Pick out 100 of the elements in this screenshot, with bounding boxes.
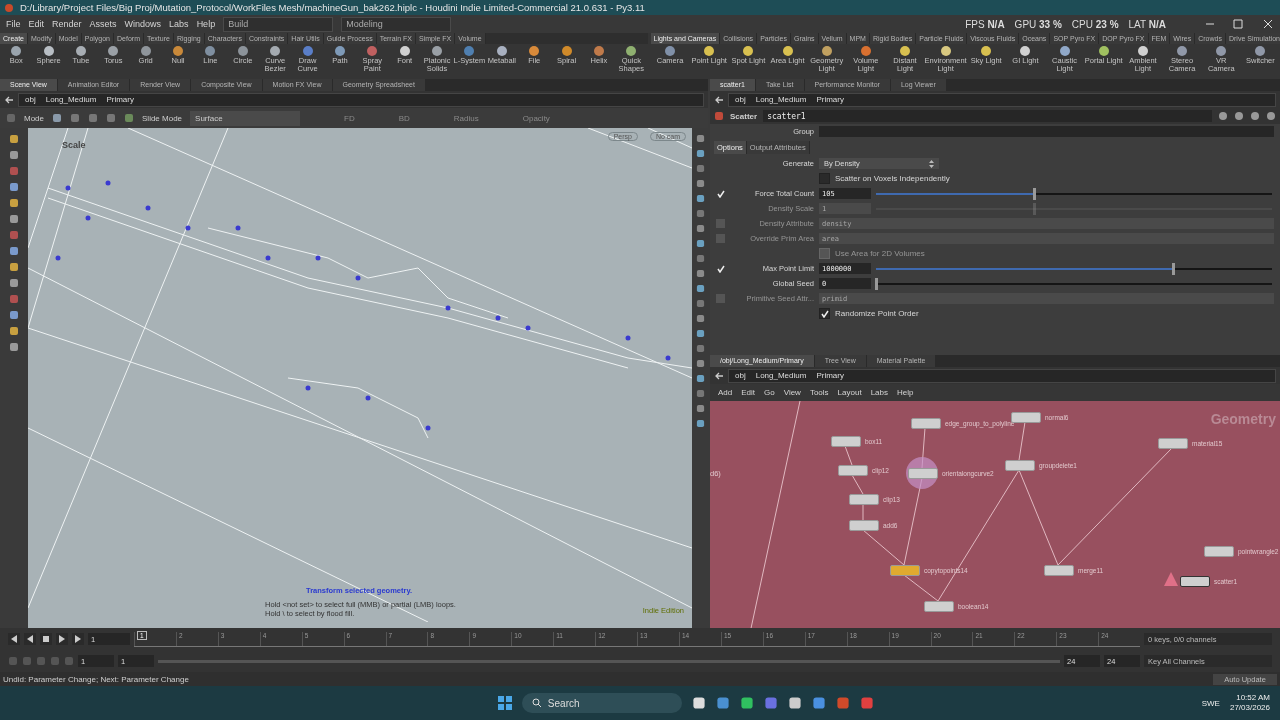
node[interactable]	[908, 468, 938, 479]
windows-icon[interactable]	[497, 696, 512, 710]
path-crumb[interactable]: obj	[735, 95, 746, 104]
tool-icon[interactable]	[11, 46, 22, 56]
tool-icon[interactable]	[334, 46, 345, 56]
checkbox[interactable]	[819, 308, 830, 319]
tool-icon[interactable]	[626, 46, 637, 56]
node[interactable]	[849, 520, 879, 531]
back-icon[interactable]	[4, 94, 14, 105]
path-crumb[interactable]: Primary	[816, 371, 844, 380]
path-field[interactable]: obj Long_Medium Primary	[728, 92, 1276, 107]
tool-icon[interactable]	[561, 46, 572, 56]
node[interactable]	[911, 418, 941, 429]
tool-icon[interactable]	[205, 46, 216, 56]
search-field[interactable]: Search	[521, 693, 682, 713]
menu-item[interactable]: Add	[718, 388, 733, 397]
tool-icon[interactable]	[1177, 46, 1188, 56]
clock[interactable]: 10:52 AM 27/03/2026	[1229, 693, 1270, 713]
tool-icon[interactable]	[529, 46, 540, 56]
playback-button[interactable]	[72, 633, 84, 645]
playback-button[interactable]	[40, 633, 52, 645]
window-controls-icon[interactable]	[1204, 19, 1274, 29]
menu-item[interactable]: Labs	[169, 19, 189, 29]
node[interactable]	[838, 465, 868, 476]
tool-icon[interactable]	[1059, 46, 1070, 56]
path-crumb[interactable]: Long_Medium	[45, 95, 97, 104]
menu-item[interactable]: Layout	[837, 388, 862, 397]
path-crumb[interactable]: Long_Medium	[755, 95, 807, 104]
tool-icon[interactable]	[108, 46, 119, 56]
language-indicator[interactable]: SWE	[1201, 698, 1220, 708]
path-crumb[interactable]: Primary	[816, 95, 844, 104]
toggle-checkbox[interactable]	[716, 264, 725, 273]
node[interactable]	[831, 436, 861, 447]
path-crumb[interactable]: obj	[25, 95, 36, 104]
app-icon	[859, 696, 874, 710]
desktop-menu[interactable]: Modeling	[341, 16, 452, 32]
menu-item[interactable]: Tools	[809, 388, 829, 397]
node[interactable]	[1005, 460, 1035, 471]
menu-item[interactable]: View	[783, 388, 801, 397]
node[interactable]	[1011, 412, 1041, 423]
tool-icon[interactable]	[237, 46, 248, 56]
playback-button[interactable]	[24, 633, 36, 645]
tool-icon[interactable]	[432, 46, 443, 56]
tool-icon[interactable]	[399, 46, 410, 56]
tool-icon[interactable]	[981, 46, 992, 56]
path-crumb[interactable]: obj	[735, 371, 746, 380]
path-crumb[interactable]: Long_Medium	[755, 371, 807, 380]
playback-button[interactable]	[8, 633, 20, 645]
tool-icon[interactable]	[743, 46, 754, 56]
tool-icon[interactable]	[940, 46, 951, 56]
app-icon	[763, 696, 778, 710]
node[interactable]	[849, 494, 879, 505]
node-name-field[interactable]: scatter1	[763, 110, 1212, 122]
menu-item[interactable]: Edit	[741, 388, 756, 397]
menu-item[interactable]: Render	[52, 19, 82, 29]
menu-item[interactable]: Windows	[124, 19, 162, 29]
tool-icon[interactable]	[140, 46, 151, 56]
tool-icon[interactable]	[665, 46, 676, 56]
slider-thumb[interactable]	[1172, 262, 1175, 275]
path-crumb[interactable]: Primary	[106, 95, 134, 104]
tool-icon[interactable]	[270, 46, 281, 56]
tool-icon[interactable]	[43, 46, 54, 56]
checkbox[interactable]	[819, 173, 830, 184]
tool-icon[interactable]	[821, 46, 832, 56]
menu-item[interactable]: Labs	[870, 388, 888, 397]
menu-item[interactable]: Assets	[89, 19, 117, 29]
node[interactable]	[924, 601, 954, 612]
node[interactable]	[1158, 438, 1188, 449]
menu-item[interactable]: Go	[764, 388, 775, 397]
menu-item[interactable]: Help	[196, 19, 216, 29]
tool-icon[interactable]	[1098, 46, 1109, 56]
node[interactable]	[1044, 565, 1074, 576]
path-field[interactable]: obj Long_Medium Primary	[18, 92, 704, 107]
tool-icon[interactable]	[900, 46, 910, 56]
menu-item[interactable]: Help	[897, 388, 914, 397]
tool-icon[interactable]	[173, 46, 184, 56]
slider-thumb[interactable]	[875, 277, 878, 290]
tool-icon[interactable]	[704, 46, 715, 56]
build-set-menu[interactable]: Build	[223, 16, 334, 32]
tool-icon[interactable]	[496, 46, 507, 56]
back-icon[interactable]	[714, 370, 724, 381]
node[interactable]	[890, 565, 920, 576]
tool-icon[interactable]	[593, 46, 604, 56]
toggle-checkbox[interactable]	[716, 189, 725, 198]
menu-item[interactable]: File	[6, 19, 21, 29]
menu-item[interactable]: Edit	[28, 19, 45, 29]
surface-dropdown[interactable]: Surface	[190, 110, 301, 126]
path-field[interactable]: obj Long_Medium Primary	[728, 368, 1276, 383]
tool-icon[interactable]	[1137, 46, 1148, 56]
tool-icon[interactable]	[1255, 46, 1266, 56]
node[interactable]	[1204, 546, 1234, 557]
tool-icon[interactable]	[1020, 46, 1031, 56]
slider-thumb[interactable]	[1033, 187, 1037, 200]
node[interactable]	[1180, 576, 1210, 587]
back-icon[interactable]	[714, 94, 724, 105]
tool-icon[interactable]	[860, 46, 871, 56]
tool-icon[interactable]	[75, 46, 86, 56]
playback-button[interactable]	[56, 633, 68, 645]
tool-icon[interactable]	[782, 46, 793, 56]
tool-icon[interactable]	[1216, 46, 1227, 56]
